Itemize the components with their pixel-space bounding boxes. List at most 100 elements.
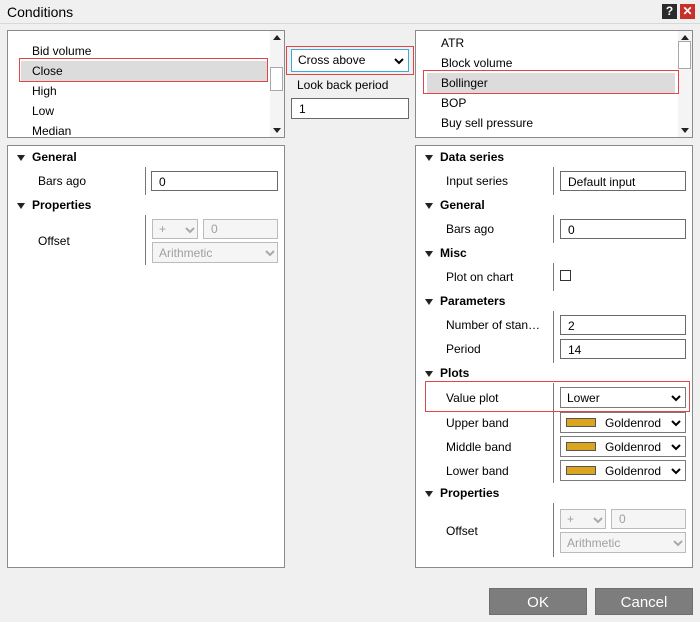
separator [553,311,554,363]
selection-frame [423,70,679,94]
help-icon[interactable]: ? [662,4,677,19]
close-icon[interactable]: ✕ [680,4,695,19]
offset-sign-dropdown[interactable]: + [560,509,606,529]
bars-ago-value: 0 [159,175,166,189]
offset-label: Offset [38,234,70,248]
stddev-input[interactable]: 2 [560,315,686,335]
upper-band-color-dropdown[interactable]: Goldenrod [560,412,686,433]
category-properties: Properties [440,486,500,500]
offset-value-input[interactable]: 0 [203,219,278,239]
offset-mode-value: Arithmetic [567,536,621,550]
offset-mode-dropdown[interactable]: Arithmetic [152,242,278,263]
scroll-thumb[interactable] [270,67,283,91]
chevron-down-icon [593,515,603,525]
input-series-value: Default input [568,175,636,189]
list-item[interactable]: Low [32,101,54,121]
right-properties-panel: Data series Input series Default input G… [415,145,693,568]
bars-ago-value: 0 [568,223,575,237]
separator [553,503,554,557]
plot-on-chart-label: Plot on chart [446,270,514,284]
left-properties-panel: General Bars ago 0 Properties Offset + 0… [7,145,285,568]
category-data-series: Data series [440,150,505,164]
selection-frame [286,46,414,75]
input-series-label: Input series [446,174,509,188]
offset-sign-value: + [567,512,575,526]
vertical-scrollbar[interactable] [270,31,284,137]
chevron-down-icon [671,466,681,476]
separator [145,167,146,195]
lower-band-color: Goldenrod [605,464,662,478]
lower-band-label: Lower band [446,464,509,478]
collapse-icon[interactable] [425,251,433,257]
bars-ago-input[interactable]: 0 [560,219,686,239]
scroll-up-icon[interactable] [273,35,281,40]
plot-on-chart-checkbox[interactable] [560,270,571,281]
bars-ago-input[interactable]: 0 [151,171,278,191]
collapse-icon[interactable] [425,155,433,161]
lower-band-color-dropdown[interactable]: Goldenrod [560,460,686,481]
color-swatch [566,466,596,475]
selection-frame [19,58,268,82]
stddev-value: 2 [568,319,575,333]
list-item[interactable]: High [32,81,57,101]
offset-sign-value: + [159,222,167,236]
list-item[interactable]: Buy sell pressure [441,113,533,133]
offset-value: 0 [211,222,218,236]
separator [553,215,554,243]
category-properties: Properties [32,198,92,212]
bars-ago-label: Bars ago [446,222,495,236]
category-parameters: Parameters [440,294,506,308]
offset-mode-dropdown[interactable]: Arithmetic [560,532,686,553]
scroll-down-icon[interactable] [681,128,689,133]
input-series-field[interactable]: Default input [560,171,686,191]
middle-band-color: Goldenrod [605,440,662,454]
selection-frame [425,381,690,412]
list-item[interactable]: BOP [441,93,466,113]
upper-band-label: Upper band [446,416,509,430]
separator [145,215,146,265]
collapse-icon[interactable] [425,203,433,209]
chevron-down-icon [185,225,195,235]
vertical-scrollbar[interactable] [678,31,692,137]
ok-button[interactable]: OK [489,588,587,615]
collapse-icon[interactable] [425,491,433,497]
offset-mode-value: Arithmetic [159,246,213,260]
title-bar: Conditions ? ✕ [0,0,700,24]
chevron-down-icon [265,248,275,258]
category-plots: Plots [440,366,470,380]
window-title: Conditions [7,4,74,20]
separator [553,167,554,195]
upper-band-color: Goldenrod [605,416,662,430]
period-input[interactable]: 14 [560,339,686,359]
collapse-icon[interactable] [17,155,25,161]
left-input-list[interactable]: Bid volume Close High Low Median [7,30,285,138]
separator [553,263,554,291]
list-item[interactable]: Median [32,121,71,137]
chevron-down-icon [671,442,681,452]
offset-label: Offset [446,524,478,538]
list-item[interactable]: ATR [441,33,464,53]
chevron-down-icon [671,418,681,428]
bars-ago-label: Bars ago [38,174,87,188]
collapse-icon[interactable] [17,203,25,209]
scroll-down-icon[interactable] [273,128,281,133]
lookback-label: Look back period [297,78,389,92]
category-general: General [32,150,77,164]
period-label: Period [446,342,481,356]
category-general: General [440,198,485,212]
chevron-down-icon [673,538,683,548]
collapse-icon[interactable] [425,299,433,305]
offset-value-input[interactable]: 0 [611,509,686,529]
color-swatch [566,442,596,451]
lookback-value: 1 [299,102,306,116]
collapse-icon[interactable] [425,371,433,377]
offset-value: 0 [619,512,626,526]
cancel-button[interactable]: Cancel [595,588,693,615]
stddev-label: Number of stan… [446,318,541,332]
middle-band-color-dropdown[interactable]: Goldenrod [560,436,686,457]
scroll-thumb[interactable] [678,41,691,69]
offset-sign-dropdown[interactable]: + [152,219,198,239]
lookback-input[interactable]: 1 [291,98,409,119]
scroll-up-icon[interactable] [681,35,689,40]
middle-band-label: Middle band [446,440,512,454]
